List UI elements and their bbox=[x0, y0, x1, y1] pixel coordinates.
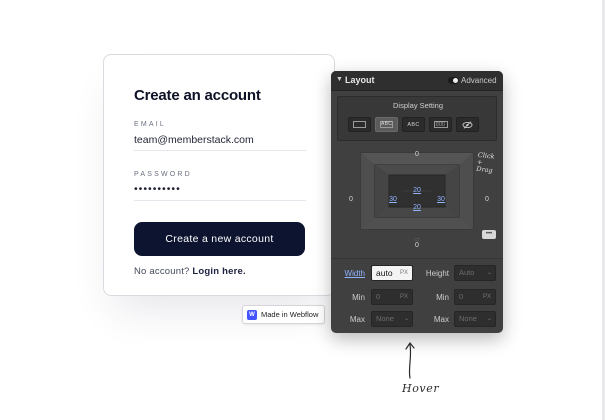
display-none-button[interactable] bbox=[456, 117, 479, 132]
block-icon bbox=[353, 121, 366, 128]
advanced-toggle[interactable] bbox=[448, 77, 459, 84]
email-underline bbox=[134, 150, 306, 151]
password-label: PASSWORD bbox=[134, 171, 192, 178]
flex-icon: ▯▯▯ bbox=[433, 121, 448, 128]
password-field[interactable]: •••••••••• bbox=[134, 183, 181, 195]
display-inline-button[interactable]: ABC bbox=[402, 117, 425, 132]
min-height-input[interactable]: 0 PX bbox=[454, 289, 496, 305]
width-label[interactable]: Width bbox=[335, 269, 365, 278]
max-width-label: Max bbox=[349, 315, 365, 324]
min-height-value: 0 bbox=[459, 292, 464, 301]
toggle-knob bbox=[453, 78, 458, 83]
display-options: ABC ABC ▯▯▯ bbox=[348, 117, 479, 132]
email-label: EMAIL bbox=[134, 121, 167, 128]
height-dropdown-icon[interactable]: ⌄ bbox=[487, 266, 492, 280]
no-account-text: No account? bbox=[134, 266, 190, 277]
padding-right-value[interactable]: 30 bbox=[433, 196, 449, 203]
display-setting-group: Display Setting ABC ABC ▯▯▯ bbox=[337, 96, 497, 141]
collapse-caret-icon[interactable]: ▼ bbox=[336, 76, 343, 83]
min-height-unit[interactable]: PX bbox=[483, 290, 491, 304]
max-width-value: None bbox=[376, 314, 394, 323]
email-field[interactable]: team@memberstack.com bbox=[134, 134, 254, 146]
hover-arrow-icon bbox=[405, 341, 415, 379]
display-flex-button[interactable]: ▯▯▯ bbox=[429, 117, 452, 132]
min-width-input[interactable]: 0 PX bbox=[371, 289, 413, 305]
max-height-dropdown-icon[interactable]: ⌄ bbox=[487, 312, 492, 326]
min-width-label: Min bbox=[352, 293, 365, 302]
layout-panel: ▼ Layout Advanced Display Setting ABC AB… bbox=[331, 71, 503, 333]
margin-left-value[interactable]: 0 bbox=[343, 196, 359, 203]
height-input[interactable]: Auto ⌄ bbox=[454, 265, 496, 281]
panel-title: Layout bbox=[345, 75, 375, 85]
badge-label: Made in Webflow bbox=[261, 310, 319, 319]
min-height-label: Min bbox=[436, 293, 449, 302]
margin-top-value[interactable]: 0 bbox=[409, 151, 425, 158]
display-inline-block-button[interactable]: ABC bbox=[375, 117, 398, 132]
display-setting-label: Display Setting bbox=[392, 101, 444, 110]
height-label: Height bbox=[425, 269, 449, 278]
margin-right-value[interactable]: 0 bbox=[479, 196, 495, 203]
made-in-webflow-badge[interactable]: W Made in Webflow bbox=[242, 305, 325, 324]
padding-top-value[interactable]: 20 bbox=[409, 187, 425, 194]
padding-left-value[interactable]: 30 bbox=[385, 196, 401, 203]
password-underline bbox=[134, 200, 306, 201]
padding-bottom-value[interactable]: 20 bbox=[409, 204, 425, 211]
login-row: No account? Login here. bbox=[134, 266, 246, 277]
advanced-label: Advanced bbox=[461, 76, 497, 85]
max-height-value: None bbox=[459, 314, 477, 323]
width-unit[interactable]: PX bbox=[400, 266, 408, 280]
max-width-input[interactable]: None ⌄ bbox=[371, 311, 413, 327]
login-link[interactable]: Login here. bbox=[192, 266, 245, 277]
card-title: Create an account bbox=[134, 87, 261, 104]
hover-annotation: Hover bbox=[402, 382, 440, 395]
max-width-dropdown-icon[interactable]: ⌄ bbox=[404, 312, 409, 326]
margin-bottom-value[interactable]: 0 bbox=[409, 242, 425, 249]
max-height-input[interactable]: None ⌄ bbox=[454, 311, 496, 327]
create-account-button[interactable]: Create a new account bbox=[134, 222, 305, 256]
inline-block-icon: ABC bbox=[380, 121, 393, 128]
more-options-button[interactable]: ••• bbox=[482, 230, 496, 239]
width-value: auto bbox=[376, 268, 393, 278]
hidden-eye-icon bbox=[462, 120, 473, 129]
max-height-label: Max bbox=[433, 315, 449, 324]
panel-header[interactable]: ▼ Layout Advanced bbox=[331, 71, 503, 91]
min-width-value: 0 bbox=[376, 292, 381, 301]
min-width-unit[interactable]: PX bbox=[400, 290, 408, 304]
signup-card: Create an account EMAIL team@memberstack… bbox=[103, 54, 335, 296]
width-input[interactable]: auto PX bbox=[371, 265, 413, 281]
panel-divider bbox=[331, 258, 503, 259]
click-drag-note: Click + Drag bbox=[475, 150, 495, 175]
webflow-logo-icon: W bbox=[247, 309, 257, 320]
display-block-button[interactable] bbox=[348, 117, 371, 132]
height-value: Auto bbox=[459, 268, 475, 277]
